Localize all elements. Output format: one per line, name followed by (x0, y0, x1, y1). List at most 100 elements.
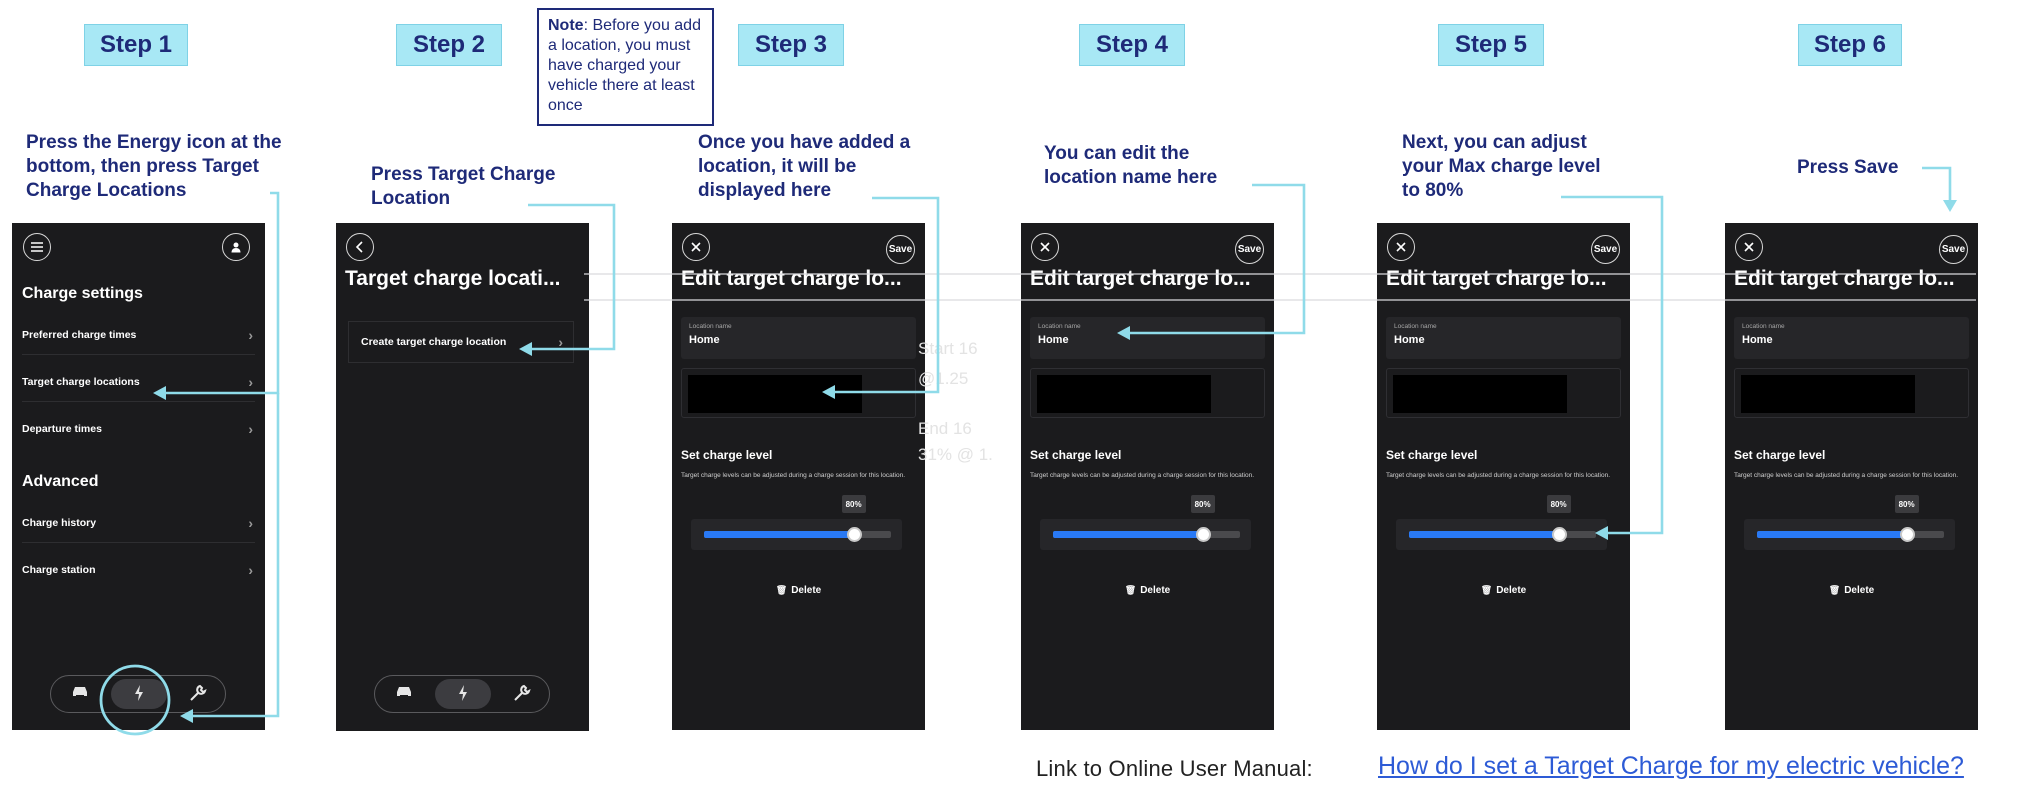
screen-title: Edit target charge lo... (1030, 267, 1251, 290)
step-3-caption: Once you have added a location, it will … (698, 132, 911, 201)
charge-level-value: 80% (1546, 495, 1571, 513)
car-icon[interactable] (68, 684, 92, 704)
location-address-field (1030, 368, 1265, 418)
slider-handle[interactable] (1551, 527, 1567, 542)
menu-item-target-charge-locations[interactable]: Target charge locations › (22, 362, 255, 402)
footer-label: Link to Online User Manual: (1036, 756, 1313, 781)
step-5-badge: Step 5 (1438, 24, 1544, 66)
slider-fill (704, 531, 854, 538)
save-button[interactable]: Save (1591, 235, 1620, 264)
car-icon[interactable] (392, 684, 416, 704)
delete-label: Delete (1496, 585, 1527, 596)
trash-icon: 🗑 (1828, 585, 1841, 595)
close-icon[interactable] (1735, 233, 1763, 261)
profile-icon[interactable] (222, 233, 250, 261)
menu-item-label: Preferred charge times (22, 328, 137, 341)
step-1-badge: Step 1 (84, 24, 188, 66)
svg-text:@1.25: @1.25 (918, 369, 968, 388)
close-icon[interactable] (1031, 233, 1059, 261)
bottom-nav (374, 675, 550, 713)
screen-edit-step-6: Save Edit target charge lo... Location n… (1725, 223, 1978, 730)
ghost-background-text: Start 16 @1.25 End 16 31% @ 1. (918, 339, 993, 464)
delete-label: Delete (791, 585, 822, 596)
location-name-field[interactable]: Location name Home (681, 317, 916, 359)
delete-button[interactable]: 🗑 Delete (672, 585, 925, 596)
set-charge-level-heading: Set charge level (1030, 448, 1122, 462)
location-name-label: Location name (1038, 323, 1081, 330)
svg-text:Start 16: Start 16 (918, 339, 978, 358)
save-button[interactable]: Save (886, 235, 915, 264)
menu-item-label: Target charge locations (22, 375, 140, 388)
trash-icon: 🗑 (1480, 585, 1493, 595)
bottom-nav (50, 675, 226, 713)
screen-target-charge-locations: Target charge locati... Create target ch… (336, 223, 589, 731)
redacted-address (1393, 375, 1567, 413)
screen-edit-step-3: Save Edit target charge lo... Location n… (672, 223, 925, 730)
charge-level-slider[interactable] (1396, 519, 1607, 550)
note-label: Note (548, 17, 584, 34)
location-name-value: Home (689, 334, 720, 346)
save-button[interactable]: Save (1235, 235, 1264, 264)
advanced-heading: Advanced (22, 473, 99, 490)
delete-button[interactable]: 🗑 Delete (1021, 585, 1274, 596)
menu-icon[interactable] (23, 233, 51, 261)
charge-level-value: 80% (841, 495, 866, 513)
menu-item-departure-times[interactable]: Departure times › (22, 409, 255, 449)
slider-handle[interactable] (1195, 527, 1211, 542)
screen-title: Target charge locati... (345, 267, 561, 290)
menu-item-charge-station[interactable]: Charge station › (22, 550, 255, 590)
close-icon[interactable] (682, 233, 710, 261)
menu-item-label: Departure times (22, 423, 102, 435)
user-manual-link[interactable]: How do I set a Target Charge for my elec… (1378, 752, 1964, 781)
svg-text:End 16: End 16 (918, 419, 972, 438)
charge-level-hint: Target charge levels can be adjusted dur… (1030, 472, 1255, 479)
location-name-field[interactable]: Location name Home (1386, 317, 1621, 359)
redacted-address (1037, 375, 1211, 413)
delete-button[interactable]: 🗑 Delete (1377, 585, 1630, 596)
slider-fill (1409, 531, 1559, 538)
location-name-field[interactable]: Location name Home (1734, 317, 1969, 359)
step-6-caption: Press Save (1797, 157, 1899, 178)
menu-item-charge-history[interactable]: Charge history › (22, 503, 255, 543)
location-name-value: Home (1394, 334, 1425, 346)
screen-title: Edit target charge lo... (681, 267, 902, 290)
chevron-right-icon: › (248, 326, 253, 343)
step-4-badge: Step 4 (1079, 24, 1185, 66)
slider-handle[interactable] (1899, 527, 1915, 542)
charge-level-hint: Target charge levels can be adjusted dur… (1386, 472, 1611, 479)
save-button[interactable]: Save (1939, 235, 1968, 264)
note-box: Note: Before you add a location, you mus… (537, 8, 714, 126)
charge-level-slider[interactable] (1040, 519, 1251, 550)
wrench-icon[interactable] (186, 684, 210, 704)
slider-fill (1053, 531, 1203, 538)
charge-level-slider[interactable] (691, 519, 902, 550)
location-name-label: Location name (1394, 323, 1437, 330)
charge-level-slider[interactable] (1744, 519, 1955, 550)
slider-track (704, 527, 891, 542)
screen-charge-settings: Charge settings Preferred charge times ›… (12, 223, 265, 730)
location-name-value: Home (1742, 334, 1773, 346)
step-4-caption: You can edit the location name here (1044, 143, 1218, 188)
wrench-icon[interactable] (510, 684, 534, 704)
create-target-charge-location-button[interactable]: Create target charge location › (348, 321, 574, 363)
energy-icon[interactable] (451, 684, 475, 704)
step-1-caption: Press the Energy icon at the bottom, the… (26, 132, 282, 201)
close-icon[interactable] (1387, 233, 1415, 261)
menu-item-preferred-charge-times[interactable]: Preferred charge times › (22, 315, 255, 355)
chevron-right-icon: › (248, 421, 253, 437)
slider-fill (1757, 531, 1907, 538)
charge-level-value: 80% (1190, 495, 1215, 513)
step-6-badge: Step 6 (1798, 24, 1902, 66)
location-name-label: Location name (1742, 323, 1785, 330)
delete-button[interactable]: 🗑 Delete (1725, 585, 1978, 596)
screen-title: Edit target charge lo... (1734, 267, 1955, 290)
back-icon[interactable] (346, 233, 374, 261)
redacted-address (1741, 375, 1915, 413)
screen-title: Edit target charge lo... (1386, 267, 1607, 290)
chevron-right-icon: › (248, 373, 253, 390)
location-address-field (1386, 368, 1621, 418)
slider-handle[interactable] (846, 527, 862, 542)
chevron-right-icon: › (248, 562, 253, 578)
location-name-field[interactable]: Location name Home (1030, 317, 1265, 359)
energy-icon[interactable] (127, 684, 151, 704)
